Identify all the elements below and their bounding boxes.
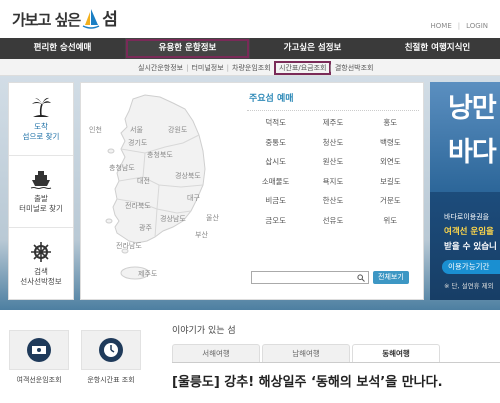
nav-travel-qa[interactable]: 친절한 여행지식인 [375, 38, 500, 59]
island-link[interactable]: 위도 [362, 215, 419, 226]
island-link[interactable]: 보길도 [362, 176, 419, 187]
map-region-label[interactable]: 경기도 [128, 138, 147, 148]
island-link[interactable]: 욕지도 [304, 176, 361, 187]
quick-link-fare[interactable]: 여객선운임조회 [6, 330, 72, 385]
tab-east-sea[interactable]: 동해여행 [352, 344, 440, 362]
banner-headline: 바다 [448, 137, 497, 168]
subnav-terminal[interactable]: 터미널정보 [188, 63, 226, 73]
ferry-icon [30, 171, 52, 190]
subnav-realtime[interactable]: 실시간운항정보 [135, 63, 186, 73]
tab-west-sea[interactable]: 서해여행 [172, 344, 260, 362]
banner-text: 받을 수 있습니 [444, 242, 497, 252]
main-nav: 편리한 승선예매 유용한 운항정보 가고싶은 섬정보 친절한 여행지식인 [0, 38, 500, 59]
map-region-label[interactable]: 전라북도 [125, 201, 151, 211]
map-region-label[interactable]: 제주도 [138, 269, 157, 279]
banner-note: ※ 단, 설연휴 제외 [444, 282, 494, 290]
island-link[interactable]: 홍도 [362, 117, 419, 128]
map-region-label[interactable]: 인천 [89, 125, 102, 135]
korea-map-image[interactable] [85, 91, 235, 296]
island-link[interactable]: 제주도 [304, 117, 361, 128]
map-region-label[interactable]: 광주 [139, 223, 152, 233]
quick-tile [81, 330, 141, 370]
quick-tile [9, 330, 69, 370]
header: 가보고 싶은 섬 HOME | LOGIN [0, 0, 500, 38]
island-link[interactable]: 비금도 [247, 195, 304, 206]
subnav-timetable-fare[interactable]: 시간표/요금조회 [273, 60, 332, 75]
palm-island-icon [32, 97, 51, 117]
sub-nav: 실시간운항정보 | 터미널정보 | 차량운임조회 | 시간표/요금조회 | 결항… [0, 59, 500, 76]
island-list: 덕적도 제주도 홍도 중통도 청산도 백령도 삽시도 원산도 외연도 소매물도 … [247, 110, 419, 226]
banner-period-button[interactable]: 이용가능기간 [442, 260, 500, 274]
nav-sailing-info[interactable]: 유용한 운항정보 [125, 38, 250, 59]
subnav-vehicle-fare[interactable]: 차량운임조회 [229, 63, 274, 73]
map-panel: 인천 서울 강원도 경기도 충청북도 충청남도 대전 경상북도 대구 전라북도 … [80, 82, 424, 300]
divider: | [457, 22, 461, 30]
banner-headline: 낭만 [448, 93, 497, 124]
banner-text: 여객선 운임을 [444, 227, 494, 237]
map-region-label[interactable]: 충청남도 [109, 163, 135, 173]
map-region-label[interactable]: 울산 [206, 213, 219, 223]
island-link[interactable]: 한산도 [304, 195, 361, 206]
map-region-label[interactable]: 경상북도 [175, 171, 201, 181]
search-method-menu: 도착 섬으로 찾기 출발 터미널로 찾기 검색 선사선박정보 [8, 82, 74, 300]
island-link[interactable]: 소매물도 [247, 176, 304, 187]
logo-text-island: 섬 [102, 10, 118, 30]
island-link[interactable]: 거문도 [362, 195, 419, 206]
island-link[interactable]: 원산도 [304, 156, 361, 167]
home-link[interactable]: HOME [431, 22, 452, 30]
logo-text: 가보고 싶은 [12, 11, 81, 29]
menu-label: 검색 선사선박정보 [20, 267, 62, 287]
island-link[interactable]: 백령도 [362, 137, 419, 148]
quick-link-label: 운항시간표 조회 [87, 376, 135, 384]
island-link[interactable]: 청산도 [304, 137, 361, 148]
banner-text: 바다로이용권을 [444, 213, 490, 221]
site-logo[interactable]: 가보고 싶은 섬 [12, 5, 118, 30]
utility-links: HOME | LOGIN [431, 22, 489, 30]
sail-logo-icon [82, 9, 100, 29]
view-all-button[interactable]: 전체보기 [373, 271, 409, 284]
money-icon [27, 338, 51, 362]
nav-booking[interactable]: 편리한 승선예매 [0, 38, 125, 59]
island-link[interactable]: 덕적도 [247, 117, 304, 128]
quick-link-timetable[interactable]: 운항시간표 조회 [78, 330, 144, 385]
search-box [251, 271, 369, 284]
menu-find-by-island[interactable]: 도착 섬으로 찾기 [9, 83, 73, 156]
island-link[interactable]: 중통도 [247, 137, 304, 148]
island-link[interactable]: 삽시도 [247, 156, 304, 167]
island-link[interactable]: 외연도 [362, 156, 419, 167]
ship-wheel-icon [31, 242, 51, 263]
menu-label: 출발 터미널로 찾기 [19, 194, 63, 214]
map-region-label[interactable]: 충청북도 [147, 150, 173, 160]
menu-label: 도착 섬으로 찾기 [22, 121, 60, 141]
map-region-label[interactable]: 경상남도 [160, 214, 186, 224]
login-link[interactable]: LOGIN [466, 22, 488, 30]
nav-island-info[interactable]: 가고싶은 섬정보 [250, 38, 375, 59]
story-tabs: 서해여행 남해여행 동해여행 [172, 344, 500, 362]
island-search: 전체보기 [251, 271, 409, 284]
island-link[interactable]: 선유도 [304, 215, 361, 226]
tab-south-sea[interactable]: 남해여행 [262, 344, 350, 362]
story-headline-link[interactable]: [울릉도] 강추! 해상일주 ‘동해의 보석’을 만나다. [172, 371, 500, 390]
map-region-label[interactable]: 대구 [187, 193, 200, 203]
map-region-label[interactable]: 서울 [130, 125, 143, 135]
promo-banner[interactable]: 낭만 바다 바다로이용권을 여객선 운임을 받을 수 있습니 이용가능기간 ※ … [430, 82, 500, 300]
island-search-input[interactable] [252, 272, 352, 283]
menu-find-by-terminal[interactable]: 출발 터미널로 찾기 [9, 156, 73, 229]
menu-search-operator[interactable]: 검색 선사선박정보 [9, 228, 73, 301]
map-region-label[interactable]: 부산 [195, 230, 208, 240]
island-link[interactable]: 금오도 [247, 215, 304, 226]
islands-title: 주요섬 예매 [249, 94, 294, 104]
map-region-label[interactable]: 대전 [137, 176, 150, 186]
quick-links: 여객선운임조회 운항시간표 조회 [0, 330, 144, 385]
search-icon[interactable] [357, 274, 365, 282]
featured-islands: 주요섬 예매 덕적도 제주도 홍도 중통도 청산도 백령도 삽시도 원산도 외연… [247, 91, 419, 226]
map-region-label[interactable]: 강원도 [168, 125, 187, 135]
clock-icon [99, 338, 123, 362]
island-stories: 이야기가 있는 섬 서해여행 남해여행 동해여행 [울릉도] 강추! 해상일주 … [172, 323, 500, 390]
quick-link-label: 여객선운임조회 [16, 376, 62, 384]
subnav-cancelled[interactable]: 결항선박조회 [332, 63, 377, 73]
map-region-label[interactable]: 전라남도 [116, 241, 142, 251]
section-title: 이야기가 있는 섬 [172, 326, 236, 336]
